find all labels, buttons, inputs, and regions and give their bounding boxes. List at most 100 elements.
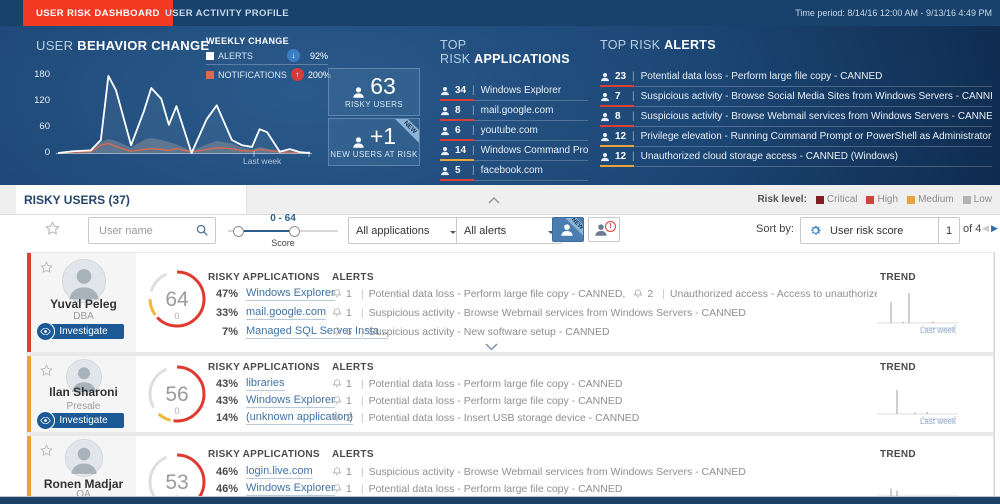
alert-line: 1 | Potential data loss - Perform large fi… <box>332 481 877 496</box>
applications-dropdown[interactable]: All applications <box>348 217 464 244</box>
person-icon <box>352 80 365 98</box>
filter-alerted-users-button[interactable]: ! <box>588 217 620 242</box>
bell-icon <box>332 307 342 318</box>
filter-new-users-button[interactable]: NEW <box>552 217 584 242</box>
application-link[interactable]: libraries <box>246 377 285 391</box>
risk-score-value: 56 <box>165 383 188 406</box>
top-risk-alert-item[interactable]: 8 | Suspicious activity - Browse Webmail s… <box>600 107 992 127</box>
legend-alerts: ALERTS ↓ 92% <box>206 49 328 65</box>
bell-icon <box>332 412 342 423</box>
score-label: Score <box>271 238 295 248</box>
favorite-star-icon[interactable] <box>40 261 53 274</box>
kpi-risky-users[interactable]: 63 RISKY USERS <box>328 68 420 116</box>
person-icon <box>600 112 610 122</box>
risky-application-item: 46% login.live.com <box>208 464 313 479</box>
alert-text: Suspicious activity - Browse Webmail ser… <box>368 306 746 319</box>
alerts-swatch <box>206 51 214 60</box>
behavior-chart-xlabel: Last week <box>243 156 282 166</box>
application-link[interactable]: Windows Explorer <box>246 394 335 408</box>
alerts-dropdown-value: All alerts <box>464 224 507 237</box>
tab-user-activity-profile[interactable]: USER ACTIVITY PROFILE <box>155 0 299 26</box>
slider-handle-max[interactable] <box>289 226 300 237</box>
column-header-applications: RISKY APPLICATIONS <box>208 272 320 283</box>
item-count: 8 <box>615 111 621 122</box>
risk-legend-label: Medium <box>918 194 954 205</box>
risk-color-swatch <box>866 195 875 204</box>
item-label: youtube.com <box>480 125 538 136</box>
top-risk-application-item[interactable]: 8 | mail.google.com <box>440 101 588 121</box>
separator: | <box>360 377 364 390</box>
user-name: Ilan Sharoni <box>49 385 118 399</box>
search-input[interactable] <box>97 220 193 241</box>
risk-score-gauge: 64 0 <box>144 266 210 332</box>
item-label: Potential data loss - Perform large file… <box>640 71 883 82</box>
score-range-value: 0 - 64 <box>270 213 296 224</box>
alert-count: 1 <box>346 482 352 495</box>
favorites-filter-star-icon[interactable] <box>44 221 60 237</box>
alert-text: Suspicious activity - Browse Webmail ser… <box>368 465 746 478</box>
risk-legend-label: High <box>877 194 899 205</box>
top-risk-alert-item[interactable]: 23 | Potential data loss - Perform large f… <box>600 67 992 87</box>
application-link[interactable]: mail.google.com <box>246 306 327 320</box>
sort-by-label: Sort by: <box>756 223 794 235</box>
previous-page-icon[interactable]: ◀ <box>982 223 989 234</box>
column-header-trend: TREND <box>880 362 916 373</box>
alert-count: 1 <box>346 306 352 319</box>
tab-user-risk-dashboard[interactable]: USER RISK DASHBOARD <box>23 0 173 26</box>
top-risk-application-item[interactable]: 6 | youtube.com <box>440 121 588 141</box>
kpi-new-users-at-risk[interactable]: NEW +1 NEW USERS AT RISK <box>328 118 420 166</box>
avatar <box>64 439 103 482</box>
risk-color-swatch <box>962 195 971 204</box>
favorite-star-icon[interactable] <box>40 364 53 377</box>
separator: | <box>472 165 475 176</box>
application-link[interactable]: Windows Explorer <box>246 287 335 301</box>
risky-users-tab[interactable]: RISKY USERS (37) <box>16 185 247 214</box>
top-risk-application-item[interactable]: 14 | Windows Command Processor <box>440 141 588 161</box>
alert-line: 1 | Potential data loss - Perform large fi… <box>332 376 877 391</box>
separator: | <box>472 85 475 96</box>
application-link[interactable]: Windows Explorer <box>246 482 335 496</box>
column-header-alerts: ALERTS <box>332 449 374 460</box>
separator: | <box>472 145 475 156</box>
item-count: 23 <box>615 71 627 82</box>
user-role: DBA <box>73 311 94 322</box>
down-arrow-icon: ↓ <box>287 49 300 62</box>
risky-application-item: 46% Windows Explorer <box>208 481 335 496</box>
trend-caption: Last week <box>920 326 957 333</box>
risk-score-min: 0 <box>174 406 179 417</box>
top-navigation-bar: USER RISK DASHBOARD USER ACTIVITY PROFIL… <box>0 0 1000 26</box>
top-risk-application-item[interactable]: 34 | Windows Explorer <box>440 81 588 101</box>
bell-icon <box>332 326 342 337</box>
page-number-input[interactable]: 1 <box>938 217 960 244</box>
alerts-dropdown[interactable]: All alerts <box>456 217 562 244</box>
investigate-label: Investigate <box>59 415 108 426</box>
bell-icon <box>332 288 342 299</box>
y-axis-tick: 0 <box>44 147 50 158</box>
kpi-risky-users-value: 63 <box>370 73 396 99</box>
application-percent: 7% <box>222 325 238 338</box>
item-label: facebook.com <box>480 165 543 176</box>
favorite-star-icon[interactable] <box>40 444 53 457</box>
person-icon <box>600 92 610 102</box>
risky-application-item: 33% mail.google.com <box>208 305 327 320</box>
application-percent: 14% <box>215 411 238 424</box>
next-page-icon[interactable]: ▶ <box>991 223 998 234</box>
top-risk-alert-item[interactable]: 12 | Unauthorized cloud storage access - C… <box>600 147 992 167</box>
slider-handle-min[interactable] <box>233 226 244 237</box>
collapse-dashboard-icon[interactable] <box>482 191 502 205</box>
top-risk-alert-item[interactable]: 7 | Suspicious activity - Browse Social Me… <box>600 87 992 107</box>
investigate-button[interactable]: Investigate <box>35 411 124 430</box>
item-label: Privilege elevation - Running Command Pr… <box>640 131 992 142</box>
expand-row-icon[interactable] <box>485 339 498 351</box>
alert-text: Potential data loss - Perform large file… <box>368 482 623 495</box>
separator: | <box>360 306 364 319</box>
top-risk-alert-item[interactable]: 12 | Privilege elevation - Running Command… <box>600 127 992 147</box>
top-risk-application-item[interactable]: 5 | facebook.com <box>440 161 588 181</box>
application-link[interactable]: login.live.com <box>246 465 313 479</box>
search-icon[interactable] <box>195 223 209 237</box>
dashboard-summary-section: USER BEHAVIOR CHANGE WEEKLY CHANGE ALERT… <box>0 26 1000 185</box>
y-axis-tick: 120 <box>34 95 50 106</box>
risk-legend-item: Critical <box>815 194 857 205</box>
sort-by-dropdown[interactable]: User risk score <box>800 217 948 244</box>
investigate-button[interactable]: Investigate <box>35 322 124 341</box>
